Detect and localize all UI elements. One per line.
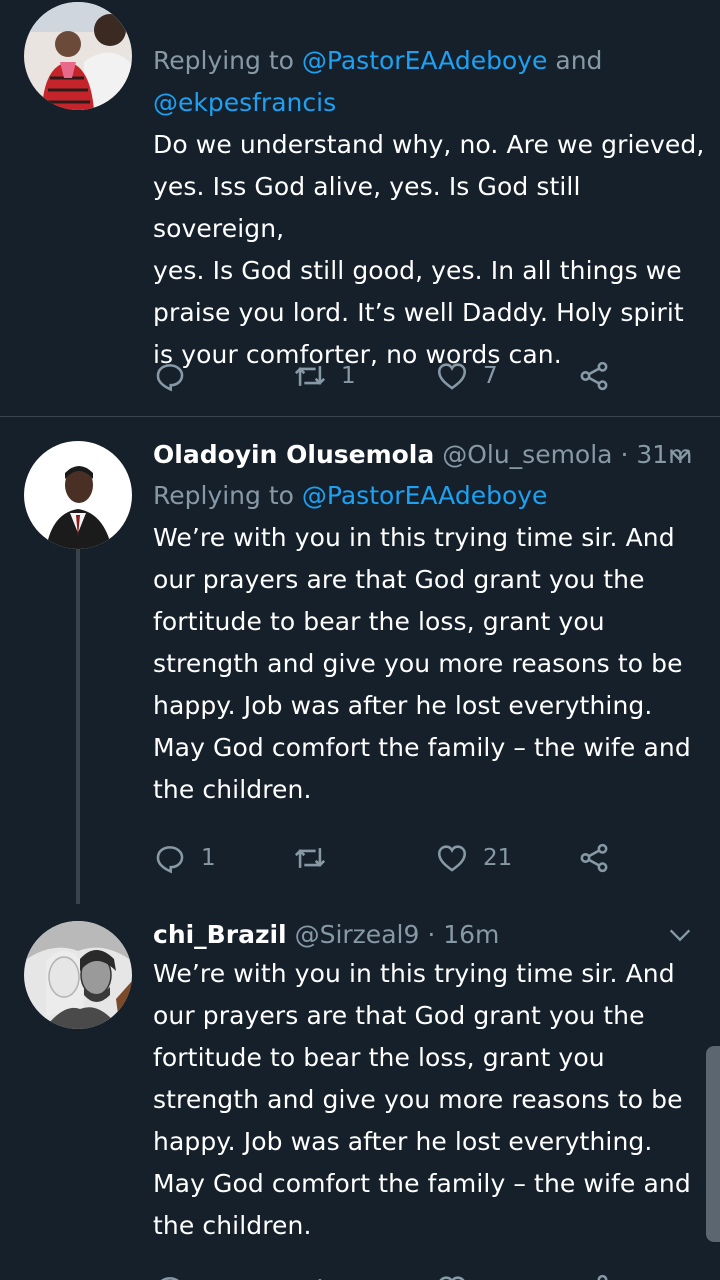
reply-icon <box>156 846 184 874</box>
reply-button[interactable] <box>153 356 201 396</box>
retweet-button[interactable] <box>293 1269 327 1280</box>
retweet-icon <box>294 366 326 386</box>
replying-to: Replying to @PastorEAAdeboye <box>153 475 708 517</box>
retweet-button[interactable]: 1 <box>293 356 356 396</box>
share-button[interactable] <box>577 838 611 878</box>
chevron-down-icon[interactable] <box>666 441 694 469</box>
retweet-button[interactable] <box>293 838 341 878</box>
tweet-1[interactable]: Replying to @PastorEAAdeboye and @ekpesf… <box>0 0 720 416</box>
tweet-text: We’re with you in this trying time sir. … <box>153 523 691 804</box>
heart-icon <box>437 845 467 872</box>
user-handle[interactable]: @Olu_semola <box>442 440 612 469</box>
retweet-count: 1 <box>341 363 356 389</box>
replying-and: and <box>547 46 603 75</box>
reply-button[interactable]: 1 <box>153 838 216 878</box>
user-handle[interactable]: @Sirzeal9 <box>295 920 420 949</box>
like-count: 7 <box>483 363 498 389</box>
separator: · <box>419 920 444 949</box>
mention-link[interactable]: @ekpesfrancis <box>153 88 336 117</box>
avatar[interactable] <box>24 2 132 110</box>
reply-icon <box>160 1277 179 1280</box>
timestamp[interactable]: 16m <box>443 920 499 949</box>
timeline: Replying to @PastorEAAdeboye and @ekpesf… <box>0 0 720 1280</box>
reply-icon <box>156 364 184 392</box>
like-button[interactable]: 7 <box>435 356 498 396</box>
share-icon <box>580 843 608 873</box>
tweet-2[interactable]: Oladoyin Olusemola @Olu_semola · 31m Rep… <box>0 417 720 907</box>
heart-icon <box>439 1276 465 1280</box>
tweet-header: chi_Brazil @Sirzeal9 · 16m <box>153 917 708 953</box>
retweet-icon <box>318 1279 322 1280</box>
reply-button[interactable] <box>153 1269 187 1280</box>
replying-to: Replying to @PastorEAAdeboye and @ekpesf… <box>153 40 708 124</box>
like-button[interactable]: 21 <box>435 838 512 878</box>
tweet-text: We’re with you in this trying time sir. … <box>153 959 691 1240</box>
tweet-header: Oladoyin Olusemola @Olu_semola · 31m <box>153 437 708 473</box>
mention-link[interactable]: @PastorEAAdeboye <box>302 46 548 75</box>
separator: · <box>612 440 637 469</box>
replying-to-label: Replying to <box>153 46 302 75</box>
like-count: 21 <box>483 845 513 871</box>
replying-to-label: Replying to <box>153 481 302 510</box>
scrollbar-thumb[interactable] <box>706 1046 720 1242</box>
retweet-icon <box>294 848 326 868</box>
share-icon <box>597 1274 608 1280</box>
display-name[interactable]: chi_Brazil <box>153 920 287 949</box>
tweet-3[interactable]: chi_Brazil @Sirzeal9 · 16m We’re with yo… <box>0 907 720 1280</box>
like-button[interactable] <box>435 1269 469 1280</box>
tweet-text: Do we understand why, no. Are we grieved… <box>153 130 705 369</box>
share-button[interactable] <box>577 1269 611 1280</box>
heart-icon <box>437 363 467 390</box>
avatar[interactable] <box>24 921 132 1029</box>
share-icon <box>580 361 608 391</box>
chevron-down-icon[interactable] <box>666 921 694 949</box>
share-button[interactable] <box>577 356 611 396</box>
reply-count: 1 <box>201 845 216 871</box>
avatar[interactable] <box>24 441 132 549</box>
display-name[interactable]: Oladoyin Olusemola <box>153 440 434 469</box>
mention-link[interactable]: @PastorEAAdeboye <box>302 481 548 510</box>
